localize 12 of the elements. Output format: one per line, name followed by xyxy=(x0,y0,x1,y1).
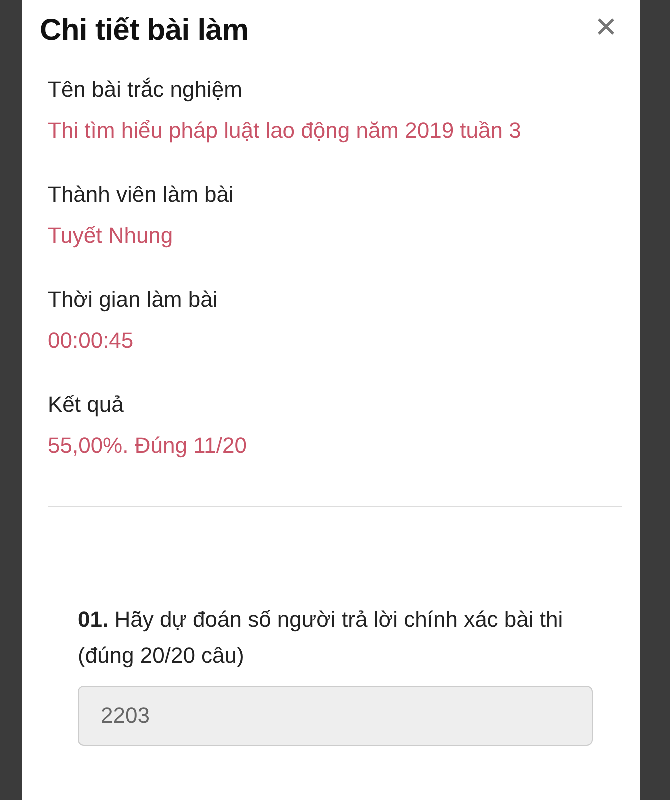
field-value: 00:00:45 xyxy=(48,327,135,355)
field-value: 55,00%. Đúng 11/20 xyxy=(48,432,248,460)
close-button[interactable]: ✕ xyxy=(590,14,622,42)
field-value: Tuyết Nhung xyxy=(48,222,174,250)
answer-field[interactable]: 2203 xyxy=(78,686,593,746)
field-label: Kết quả xyxy=(48,391,125,419)
dialog-title: Chi tiết bài làm xyxy=(40,14,249,48)
question-text: 01. Hãy dự đoán số người trả lời chính xác bài thi (đúng 20/20 câu) xyxy=(78,606,564,670)
field-label: Tên bài trắc nghiệm xyxy=(48,76,244,104)
field-label: Thành viên làm bài xyxy=(48,181,235,209)
field-value: Thi tìm hiểu pháp luật lao động năm 2019 tuần 3 xyxy=(48,117,522,145)
field-label: Thời gian làm bài xyxy=(48,286,219,314)
